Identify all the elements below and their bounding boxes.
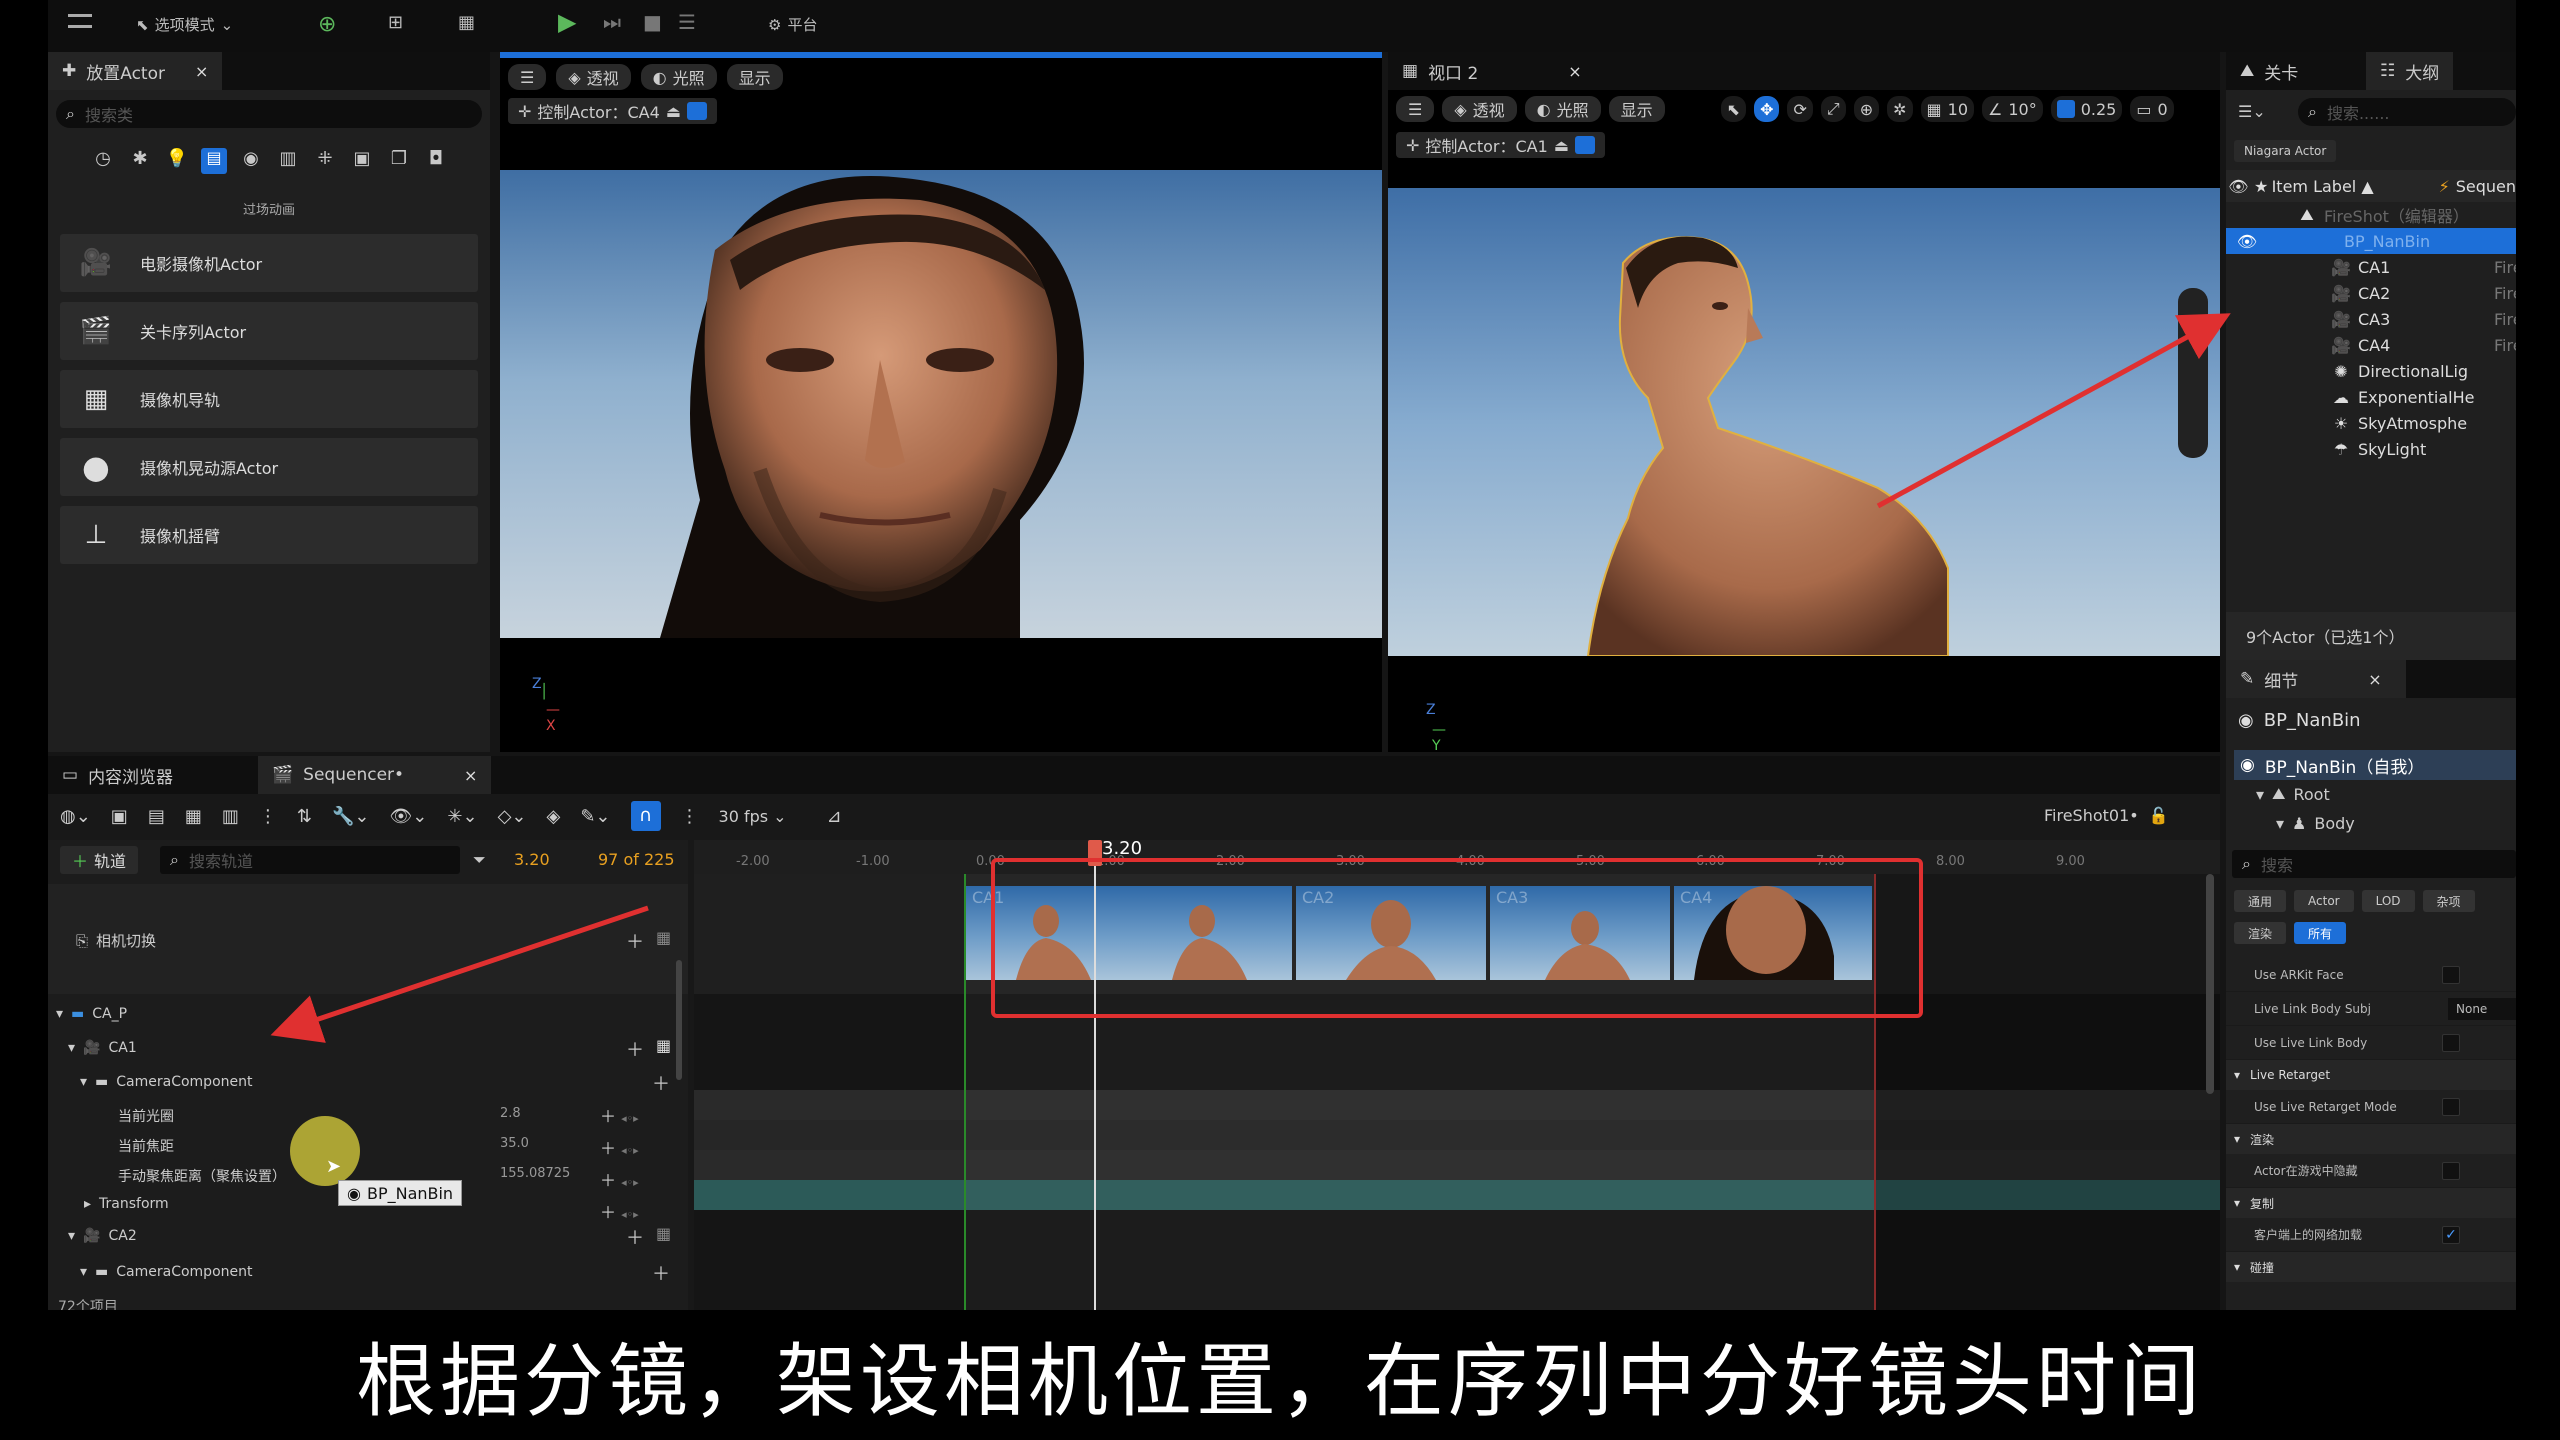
arrow-to-outliner [1876,313,2231,509]
unreal-editor-window: ⬉ 选项模式 ⌄ ⊕ ⊞ ▦ ▶ ⏭ ■ ☰ ⚙ 平台 ✚ 放置Actor × ⌕ 搜索类 … [48,0,2516,1310]
annotation-arrows [270,313,2231,1043]
subtitle-bar: 根据分镜，架设相机位置，在序列中分好镜头时间 [0,1310,2560,1440]
arrow-to-tracks [270,905,649,1043]
subtitle-text: 根据分镜，架设相机位置，在序列中分好镜头时间 [356,1335,2204,1428]
